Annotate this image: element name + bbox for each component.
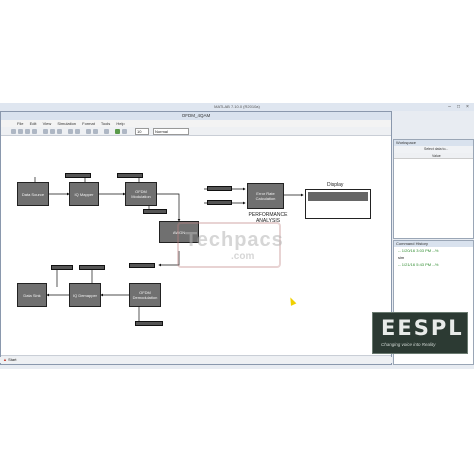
toolbar: 10 Normal	[1, 127, 391, 136]
open-icon[interactable]	[18, 129, 23, 134]
display-readout	[308, 192, 368, 201]
from-tag[interactable]	[207, 200, 232, 205]
redo-icon[interactable]	[75, 129, 80, 134]
menu-simulation[interactable]: Simulation	[57, 121, 76, 126]
close-icon[interactable]: ×	[464, 104, 471, 110]
history-entry[interactable]: sim	[394, 254, 473, 261]
error-rate-calculation-block[interactable]: Error Rate Calculation	[247, 183, 284, 209]
logo-tagline: Changing voice into Reality	[381, 342, 436, 347]
logo-text: EESPL	[381, 316, 464, 340]
model-title: OFDM_4QAM	[181, 113, 211, 118]
matlab-start-bar: ▲ Start	[0, 357, 392, 363]
goto-tag[interactable]	[79, 265, 105, 270]
run-icon[interactable]	[115, 129, 120, 134]
goto-tag[interactable]	[117, 173, 143, 178]
stop-icon[interactable]	[122, 129, 127, 134]
goto-tag[interactable]	[65, 173, 91, 178]
watermark-subtext: .com	[231, 251, 255, 262]
history-entry[interactable]: -- 1/20/16 3:03 PM --%	[394, 247, 473, 254]
menu-tools[interactable]: Tools	[101, 121, 110, 126]
new-icon[interactable]	[11, 129, 16, 134]
save-icon[interactable]	[25, 129, 30, 134]
start-button[interactable]: Start	[8, 357, 16, 362]
stop-time-input[interactable]: 10	[135, 128, 149, 135]
minimize-icon[interactable]: –	[446, 104, 453, 110]
display-block[interactable]	[305, 189, 371, 219]
menu-file[interactable]: File	[17, 121, 23, 126]
watermark-text: Techpacs	[185, 229, 284, 251]
matlab-title: MATLAB 7.10.0 (R2010a)	[214, 104, 260, 109]
data-sink-block[interactable]: Data Sink	[17, 283, 47, 307]
menu-edit[interactable]: Edit	[30, 121, 37, 126]
workspace-select-data[interactable]: Select data to...	[394, 146, 473, 153]
copy-icon[interactable]	[50, 129, 55, 134]
maximize-icon[interactable]: □	[455, 104, 462, 110]
update-icon[interactable]	[104, 129, 109, 134]
undo-icon[interactable]	[68, 129, 73, 134]
menu-bar: File Edit View Simulation Format Tools H…	[1, 120, 391, 127]
start-icon[interactable]: ▲	[3, 357, 7, 362]
matlab-titlebar: MATLAB 7.10.0 (R2010a) – □ ×	[0, 103, 474, 111]
model-titlebar: OFDM_4QAM	[1, 112, 391, 120]
history-entry[interactable]: -- 1/21/16 5:43 PM --%	[394, 261, 473, 268]
from-tag[interactable]	[207, 186, 232, 191]
simulation-mode-select[interactable]: Normal	[153, 128, 189, 135]
iq-demapper-block[interactable]: IQ Demapper	[69, 283, 101, 307]
paste-icon[interactable]	[57, 129, 62, 134]
data-source-block[interactable]: Data Source	[17, 182, 49, 206]
display-label: Display	[327, 182, 344, 188]
ofdm-demodulation-block[interactable]: OFDM Demodulation	[129, 283, 161, 307]
goto-tag[interactable]	[51, 265, 73, 270]
menu-format[interactable]: Format	[82, 121, 95, 126]
menu-view[interactable]: View	[43, 121, 52, 126]
simulink-model-window: OFDM_4QAM File Edit View Simulation Form…	[0, 111, 392, 365]
model-canvas[interactable]: Data Source IQ Mapper OFDM Modulation AW…	[9, 137, 391, 347]
workspace-pane: Workspace Select data to... Value	[393, 139, 474, 239]
desktop-screen: MATLAB 7.10.0 (R2010a) – □ × OFDM_4QAM F…	[0, 103, 474, 369]
menu-help[interactable]: Help	[116, 121, 124, 126]
print-icon[interactable]	[32, 129, 37, 134]
goto-tag[interactable]	[143, 209, 167, 214]
eespl-logo: EESPL Changing voice into Reality	[372, 312, 468, 354]
library-icon[interactable]	[86, 129, 91, 134]
workspace-value-column[interactable]: Value	[394, 153, 473, 159]
iq-mapper-block[interactable]: IQ Mapper	[69, 182, 99, 206]
cut-icon[interactable]	[43, 129, 48, 134]
ofdm-modulation-block[interactable]: OFDM Modulation	[125, 182, 157, 206]
goto-tag[interactable]	[135, 321, 163, 326]
explorer-icon[interactable]	[93, 129, 98, 134]
goto-tag[interactable]	[129, 263, 155, 268]
